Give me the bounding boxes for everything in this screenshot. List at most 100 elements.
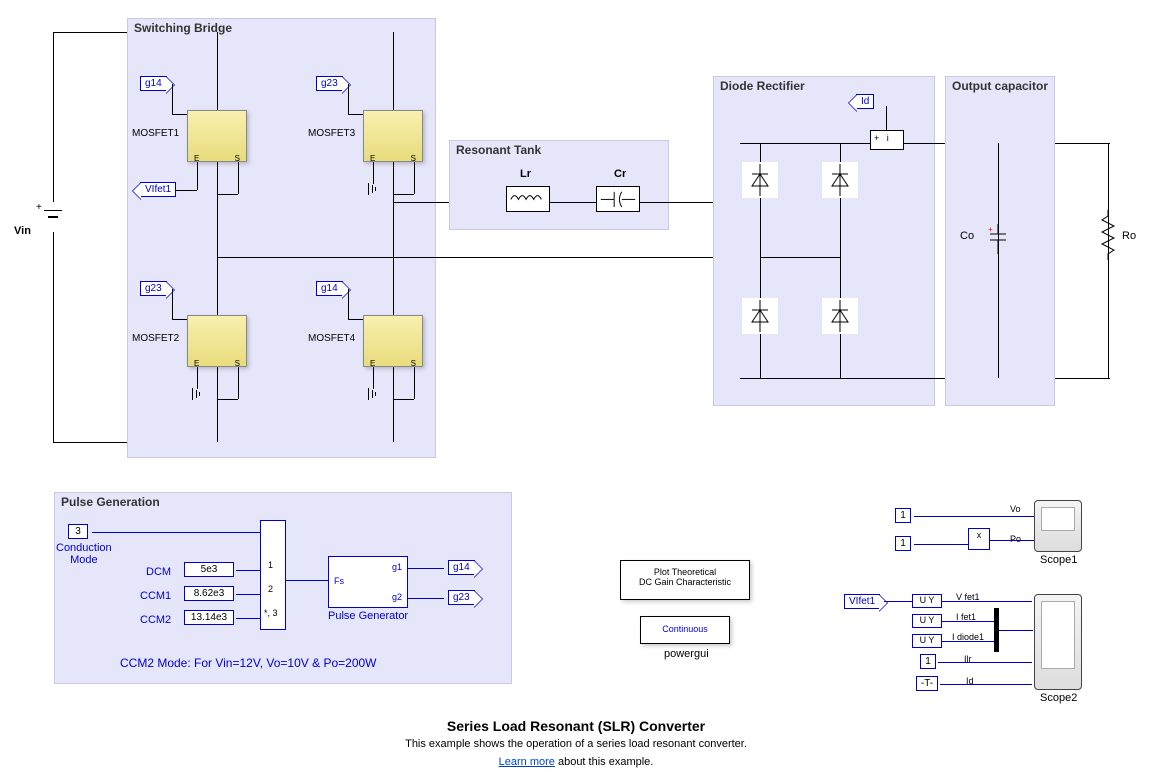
current-sensor-id[interactable]: + i	[870, 130, 904, 150]
mode-dcm-label: DCM	[146, 566, 171, 578]
sig	[286, 580, 328, 581]
wire	[393, 32, 394, 442]
tag-vifet1-in[interactable]: VIfet1	[844, 594, 880, 609]
wire	[172, 114, 187, 115]
conduction-mode-label: Conduction Mode	[56, 542, 112, 566]
scope1-const2[interactable]: 1	[895, 536, 911, 551]
sig	[942, 601, 1032, 602]
wire	[217, 399, 238, 400]
tag-vifet1-out[interactable]: VIfet1	[140, 182, 176, 197]
sig	[408, 598, 444, 599]
port2: 2	[268, 584, 273, 594]
wire	[197, 162, 198, 190]
scope1-const1[interactable]: 1	[895, 508, 911, 523]
signal-wire	[92, 532, 262, 533]
g1-label: g1	[392, 562, 402, 572]
wire	[393, 399, 414, 400]
terminator-icon	[368, 183, 378, 195]
goto-g23[interactable]: g23	[448, 590, 475, 605]
freq-dcm[interactable]: 5e3	[184, 562, 234, 577]
sig	[236, 618, 260, 619]
port3: *, 3	[264, 608, 278, 618]
region-title: Resonant Tank	[456, 143, 541, 157]
pulse-gen-note: CCM2 Mode: For Vin=12V, Vo=10V & Po=200W	[120, 656, 377, 670]
selector-uy-2[interactable]: U Y	[912, 614, 942, 628]
sig	[884, 601, 912, 602]
plot-gain-block[interactable]: Plot Theoretical DC Gain Characteristic	[620, 560, 750, 600]
tag-g14[interactable]: g14	[140, 76, 167, 91]
learn-more-line: Learn more about this example.	[0, 756, 1152, 768]
vin-label: Vin	[14, 225, 31, 237]
diode-bl[interactable]	[742, 298, 778, 334]
dc-source-icon[interactable]: +	[44, 200, 64, 236]
node	[760, 202, 761, 203]
mosfet2-block[interactable]: E S	[187, 315, 247, 367]
page-title: Series Load Resonant (SLR) Converter	[0, 718, 1152, 734]
wire	[217, 32, 218, 442]
region-diode-rectifier: Diode Rectifier	[713, 76, 935, 406]
mosfet3-block[interactable]: E S	[363, 110, 423, 162]
scope1-block[interactable]	[1034, 500, 1082, 552]
svg-text:+: +	[988, 225, 993, 234]
tag-g23[interactable]: g23	[316, 76, 343, 91]
wire	[760, 257, 840, 258]
mosfet1-label: MOSFET1	[132, 128, 179, 139]
tag-g14-b[interactable]: g14	[316, 281, 343, 296]
plot-gain-l2: DC Gain Characteristic	[621, 577, 749, 587]
wire	[238, 367, 239, 399]
diode-tl[interactable]	[742, 162, 778, 198]
wire	[348, 289, 349, 319]
capacitor-co-icon[interactable]: +	[988, 224, 1008, 254]
wire	[414, 162, 415, 194]
wire	[172, 319, 187, 320]
pulse-gen-label: Pulse Generator	[328, 610, 408, 622]
sig	[942, 641, 994, 642]
mosfet1-block[interactable]: E S	[187, 110, 247, 162]
tag-id[interactable]: Id	[856, 94, 874, 109]
sig-po: Po	[1010, 534, 1021, 544]
powergui-label: powergui	[664, 648, 709, 660]
powergui-block[interactable]: Continuous	[640, 616, 730, 644]
sig	[940, 684, 1032, 685]
plot-gain-l1: Plot Theoretical	[621, 567, 749, 577]
wire	[348, 319, 363, 320]
inductor-block[interactable]	[506, 186, 550, 212]
selector-uy-1[interactable]: U Y	[912, 594, 942, 608]
diode-tr[interactable]	[822, 162, 858, 198]
mosfet4-block[interactable]: E S	[363, 315, 423, 367]
powergui-mode: Continuous	[662, 624, 708, 634]
co-label: Co	[960, 230, 974, 242]
sig	[999, 630, 1033, 631]
ro-label: Ro	[1122, 230, 1136, 242]
freq-ccm2[interactable]: 13.14e3	[184, 610, 234, 625]
scope2-tblock[interactable]: -T-	[916, 676, 938, 691]
wire	[238, 162, 239, 194]
conduction-mode-const[interactable]: 3	[68, 524, 88, 539]
tag-g23-b[interactable]: g23	[140, 281, 167, 296]
terminator-icon	[368, 388, 378, 400]
page-desc: This example shows the operation of a se…	[0, 738, 1152, 750]
selector-uy-3[interactable]: U Y	[912, 634, 942, 648]
capacitor-cr-block[interactable]	[596, 186, 640, 212]
goto-g14[interactable]: g14	[448, 560, 475, 575]
sig	[990, 540, 1034, 541]
sig	[942, 621, 994, 622]
terminator-icon	[192, 388, 202, 400]
product-block[interactable]: x	[968, 528, 990, 550]
sig	[914, 516, 1034, 517]
learn-more-link[interactable]: Learn more	[499, 756, 555, 768]
mosfet4-label: MOSFET4	[308, 333, 355, 344]
cr-label: Cr	[614, 168, 626, 180]
g2-label: g2	[392, 592, 402, 602]
region-resonant-tank: Resonant Tank	[449, 140, 669, 230]
wire	[1108, 143, 1109, 378]
wire	[373, 367, 374, 389]
wire	[393, 194, 414, 195]
scope2-const1[interactable]: 1	[920, 654, 936, 669]
scope2-block[interactable]	[1034, 594, 1082, 690]
diode-br[interactable]	[822, 298, 858, 334]
resistor-ro-icon[interactable]	[1100, 210, 1116, 260]
freq-ccm1[interactable]: 8.62e3	[184, 586, 234, 601]
mode-ccm2-label: CCM2	[140, 614, 171, 626]
wire	[217, 257, 760, 258]
